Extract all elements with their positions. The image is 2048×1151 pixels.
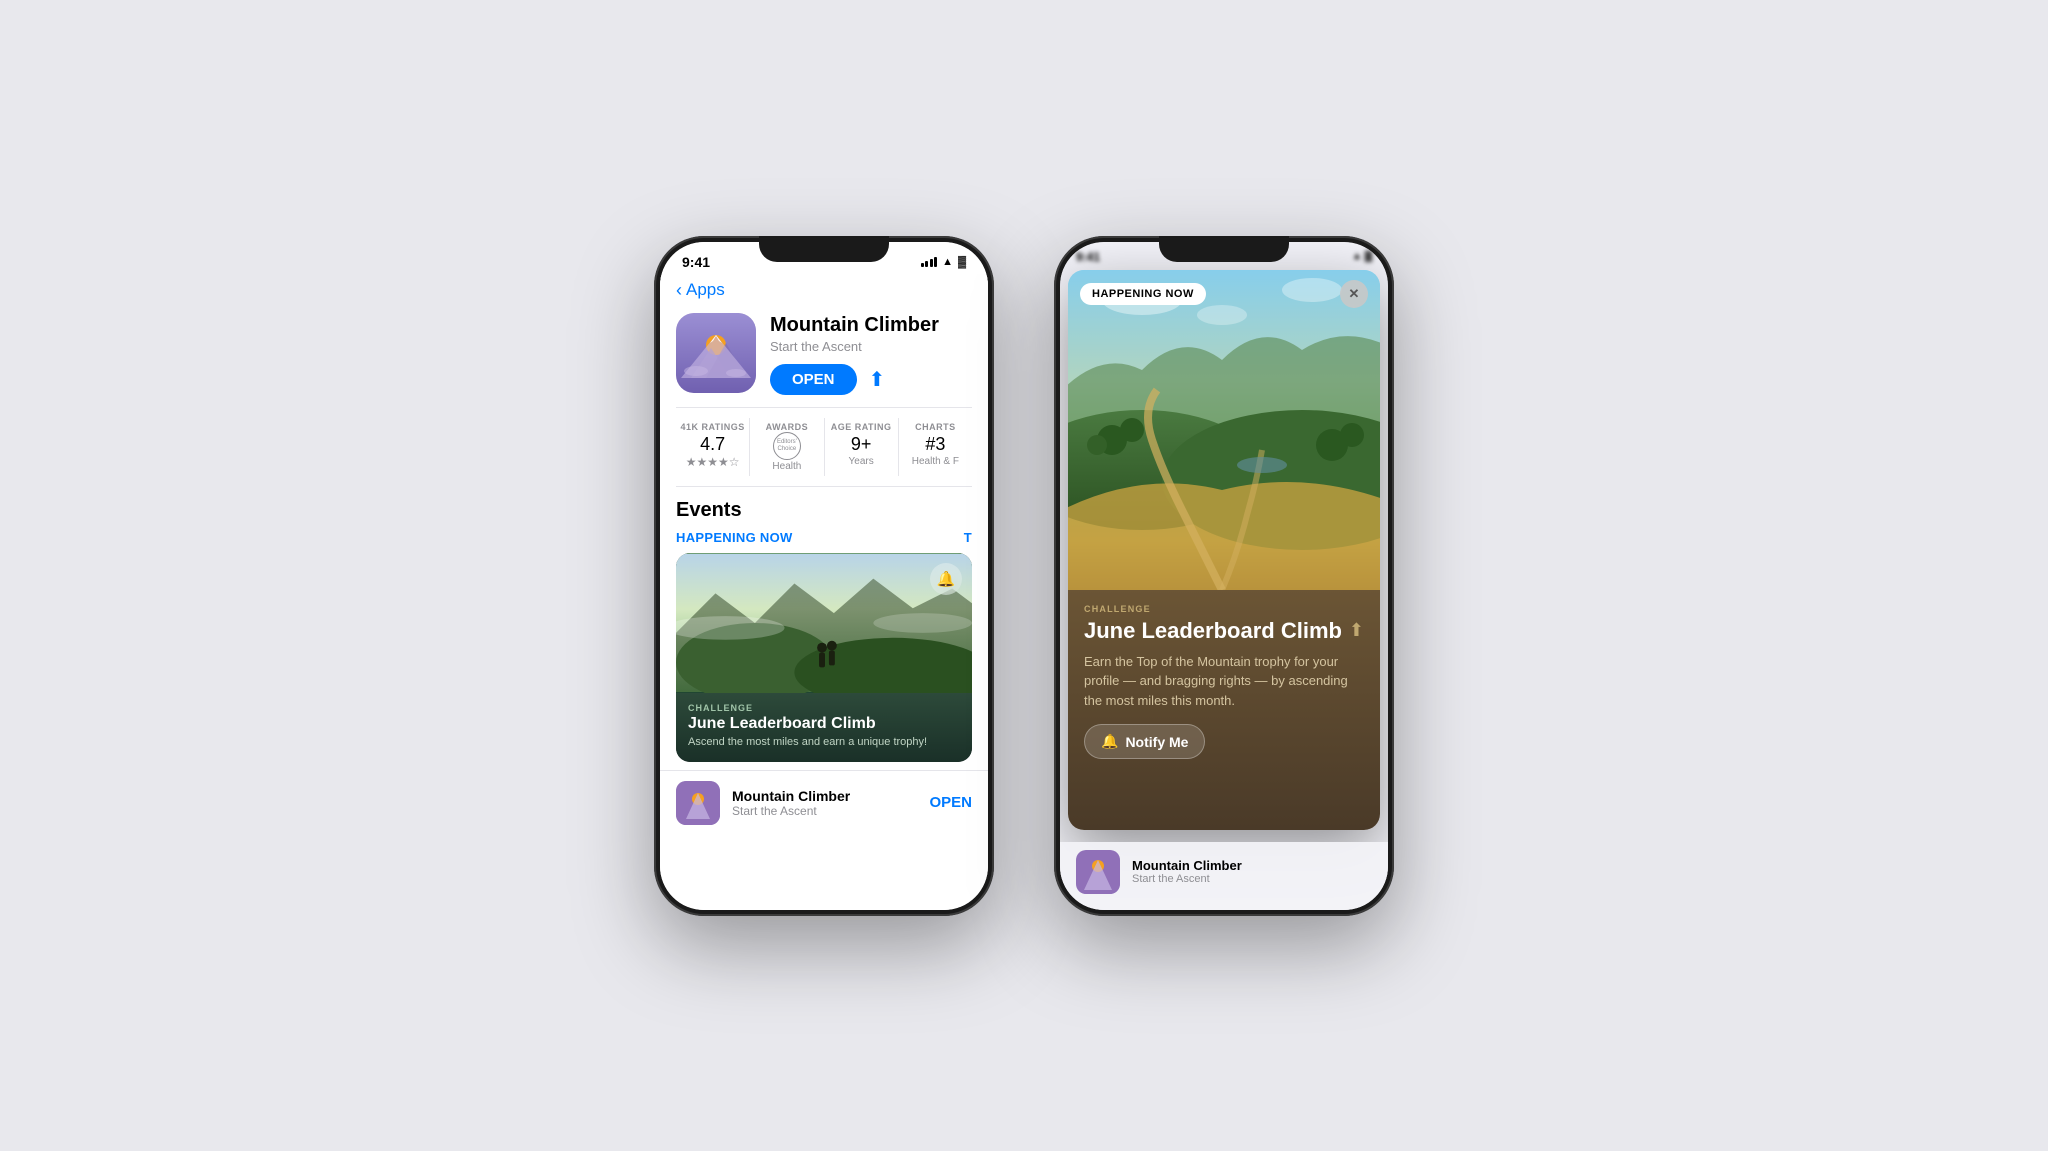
event-desc: Ascend the most miles and earn a unique … (688, 735, 960, 750)
open-button[interactable]: OPEN (770, 364, 857, 395)
share-button[interactable]: ⬆ (869, 367, 886, 392)
right-bottom-app-subtitle: Start the Ascent (1132, 873, 1242, 885)
status-icons-left: ▲ ▓ (921, 256, 966, 268)
stat-awards: AWARDS Editors'Choice Health (750, 418, 824, 476)
stat-sub-awards: Health (772, 461, 801, 472)
modal-event-desc: Earn the Top of the Mountain trophy for … (1084, 652, 1364, 711)
stat-label-age: AGE RATING (825, 422, 898, 432)
back-arrow-icon-left: ‹ (676, 280, 682, 301)
see-all-link[interactable]: T (964, 530, 972, 545)
nav-back-left[interactable]: ‹ Apps (660, 274, 988, 305)
modal-body: CHALLENGE June Leaderboard Climb ⬆ Earn … (1068, 590, 1380, 830)
event-modal[interactable]: HAPPENING NOW ✕ CHALLENGE June Leaderboa… (1068, 270, 1380, 830)
back-label-left: Apps (686, 280, 725, 300)
modal-header-bar: HAPPENING NOW ✕ (1068, 270, 1380, 318)
close-modal-button[interactable]: ✕ (1340, 280, 1368, 308)
modal-share-button[interactable]: ⬆ (1349, 620, 1364, 641)
modal-event-row: June Leaderboard Climb ⬆ (1084, 618, 1364, 644)
app-header: Mountain Climber Start the Ascent OPEN ⬆ (660, 305, 988, 407)
app-subtitle: Start the Ascent (770, 339, 972, 354)
small-app-icon (676, 781, 720, 825)
stat-label-awards: AWARDS (766, 422, 809, 432)
app-info: Mountain Climber Start the Ascent OPEN ⬆ (770, 313, 972, 395)
app-actions: OPEN ⬆ (770, 364, 972, 395)
stat-ratings: 41K RATINGS 4.7 ★★★★☆ (676, 418, 750, 476)
status-time-left: 9:41 (682, 254, 710, 270)
stat-value-charts: #3 (899, 434, 972, 455)
stat-value-ratings: 4.7 (676, 434, 749, 455)
notify-bell-icon: 🔔 (1101, 733, 1118, 750)
stat-value-age: 9+ (825, 434, 898, 455)
bottom-app-row: Mountain Climber Start the Ascent OPEN (660, 770, 988, 835)
app-icon (676, 313, 756, 393)
stat-charts: CHARTS #3 Health & F (899, 418, 972, 476)
events-section: Events HAPPENING NOW T (660, 487, 988, 770)
stat-label-charts: CHARTS (899, 422, 972, 432)
right-bottom-app-info: Mountain Climber Start the Ascent (1132, 858, 1242, 885)
event-card[interactable]: 🔔 CHALLENGE June Leaderboard Climb Ascen… (676, 553, 972, 762)
notch (759, 236, 889, 262)
bottom-app-subtitle: Start the Ascent (732, 804, 917, 818)
right-bottom-bar: Mountain Climber Start the Ascent (1060, 842, 1388, 910)
bottom-app-info: Mountain Climber Start the Ascent (732, 788, 917, 818)
status-icons-right: ▲ ▓ (1352, 251, 1372, 262)
left-phone: 9:41 ▲ ▓ ‹ (654, 236, 994, 916)
modal-event-title: June Leaderboard Climb (1084, 618, 1349, 644)
modal-image: HAPPENING NOW ✕ (1068, 270, 1380, 590)
happening-now-tag: HAPPENING NOW (1080, 283, 1206, 305)
wifi-icon-left: ▲ (942, 256, 953, 268)
bell-icon[interactable]: 🔔 (930, 563, 962, 595)
modal-event-type: CHALLENGE (1084, 604, 1364, 614)
right-phone: 9:41 ▲ ▓ ‹ Apps Mountain Climber (1054, 236, 1394, 916)
app-name: Mountain Climber (770, 313, 972, 337)
stat-sub-charts: Health & F (899, 456, 972, 467)
stat-stars: ★★★★☆ (676, 455, 749, 469)
signal-icon-left (921, 257, 938, 267)
right-screen: 9:41 ▲ ▓ ‹ Apps Mountain Climber (1060, 242, 1388, 910)
event-type: CHALLENGE (688, 703, 960, 713)
status-time-right: 9:41 (1076, 250, 1100, 264)
notch-right (1159, 236, 1289, 262)
stat-sub-age: Years (825, 456, 898, 467)
happening-now-label: HAPPENING NOW T (676, 530, 972, 545)
appstore-screen: ‹ Apps (660, 274, 988, 910)
right-bottom-app-name: Mountain Climber (1132, 858, 1242, 873)
bottom-app-name: Mountain Climber (732, 788, 917, 804)
bottom-open-button[interactable]: OPEN (929, 794, 972, 811)
event-title: June Leaderboard Climb (688, 715, 960, 733)
notify-me-label: Notify Me (1125, 734, 1188, 750)
stat-label-ratings: 41K RATINGS (676, 422, 749, 432)
right-small-app-icon (1076, 850, 1120, 894)
happening-now-text: HAPPENING NOW (676, 530, 793, 545)
events-title: Events (676, 499, 972, 522)
scene: 9:41 ▲ ▓ ‹ (614, 196, 1434, 956)
stats-row: 41K RATINGS 4.7 ★★★★☆ AWARDS Editors'Cho… (660, 408, 988, 486)
battery-icon-left: ▓ (958, 256, 966, 268)
award-circle: Editors'Choice (773, 432, 801, 460)
event-image: 🔔 (676, 553, 972, 693)
notify-me-button[interactable]: 🔔 Notify Me (1084, 724, 1205, 759)
event-info: CHALLENGE June Leaderboard Climb Ascend … (676, 693, 972, 762)
stat-age: AGE RATING 9+ Years (825, 418, 899, 476)
